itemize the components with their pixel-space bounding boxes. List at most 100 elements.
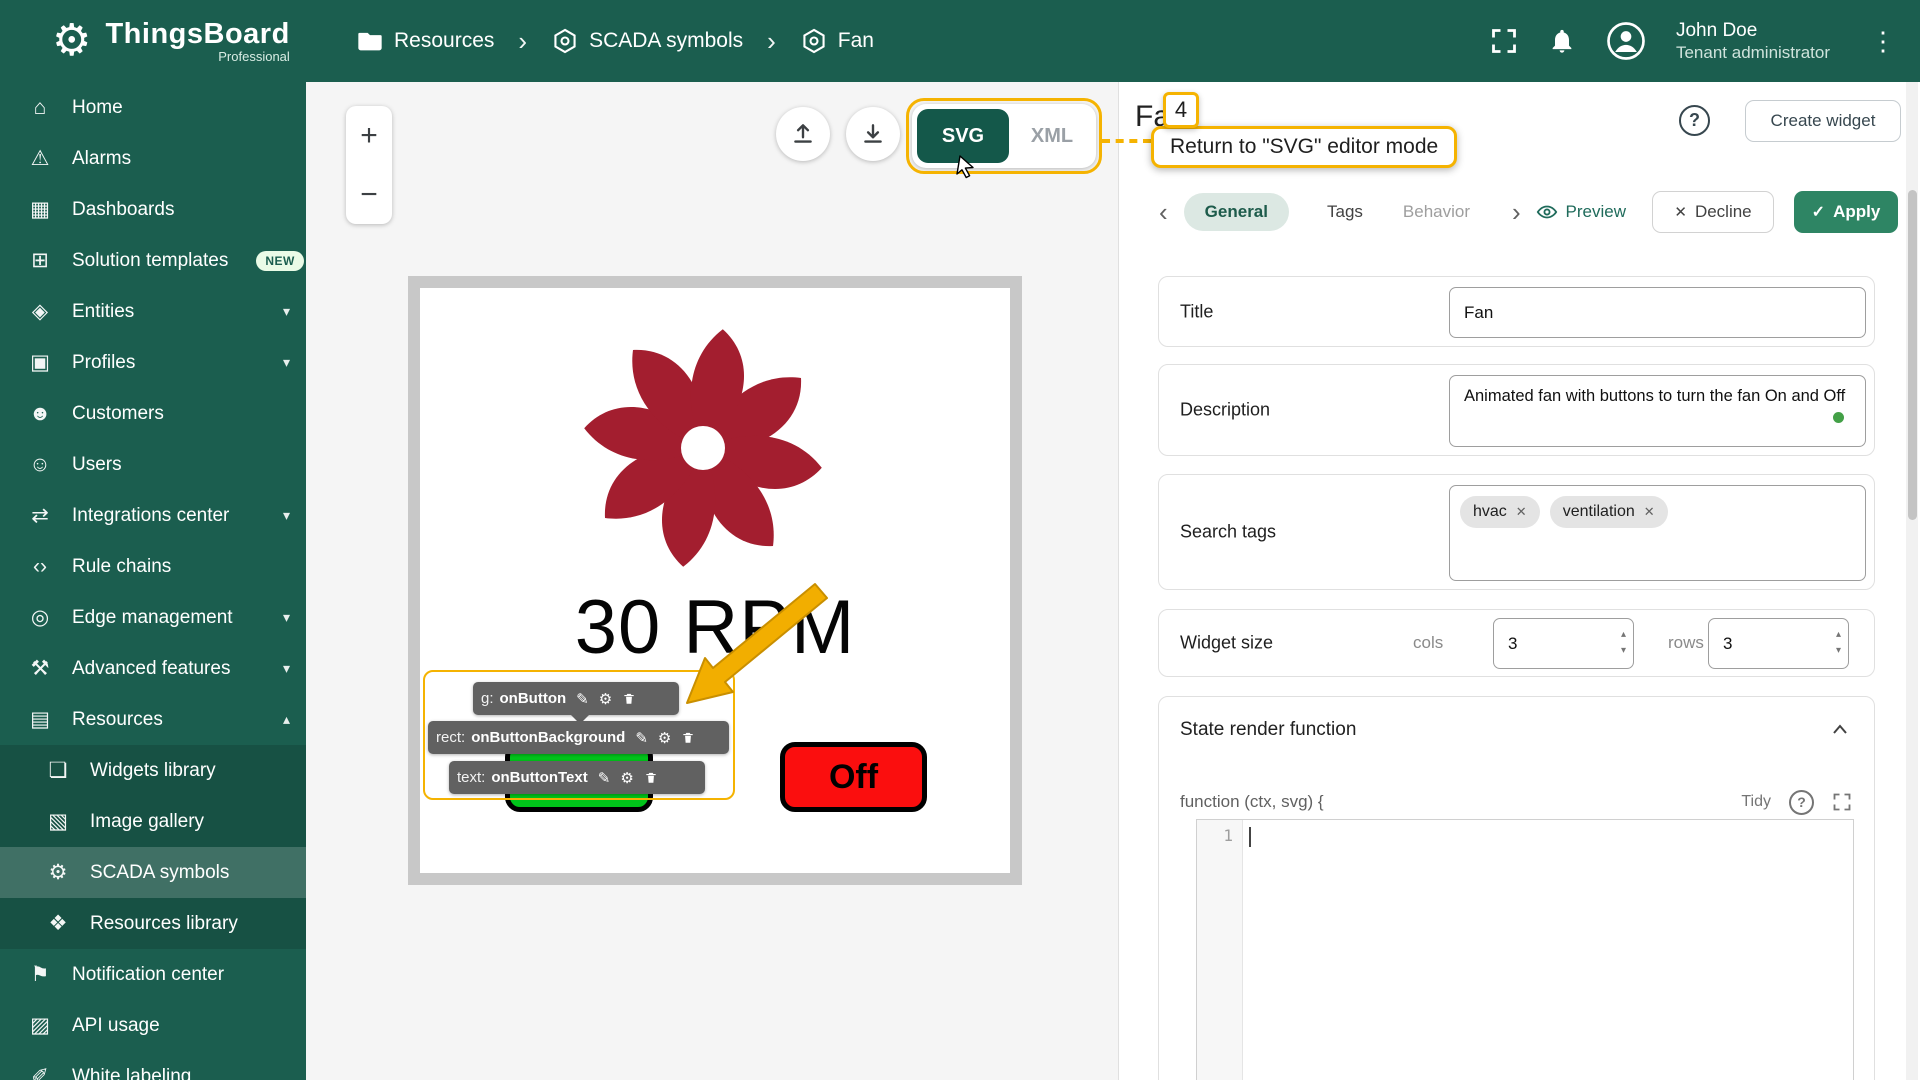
rows-label: rows [1668,633,1704,653]
rule-chains-icon: ‹› [26,555,54,579]
zoom-in-button[interactable]: + [346,121,392,151]
sidebar-item-customers[interactable]: ☻Customers [0,388,306,439]
sidebar-item-solution-templates[interactable]: ⊞Solution templatesNEW [0,235,306,286]
tag-chip-ventilation[interactable]: ventilation ✕ [1550,496,1668,528]
help-button[interactable]: ? [1679,105,1710,136]
resources-subgroup: ❏Widgets library ▧Image gallery ⚙SCADA s… [0,745,306,949]
sidebar-item-entities[interactable]: ◈Entities▾ [0,286,306,337]
rows-input[interactable] [1708,618,1849,669]
sidebar-item-label: Notification center [72,964,224,986]
sidebar-item-users[interactable]: ☺Users [0,439,306,490]
tidy-button[interactable]: Tidy [1741,793,1771,811]
chip-close-icon[interactable]: ✕ [1516,504,1527,520]
tags-input-box[interactable]: hvac ✕ ventilation ✕ [1449,485,1866,581]
header-actions: John Doe Tenant administrator ⋮ [1490,19,1920,64]
avatar[interactable] [1606,21,1646,61]
title-input[interactable] [1449,287,1866,338]
apply-button[interactable]: ✓ Apply [1794,191,1898,233]
title-label: Title [1180,301,1213,322]
tab-tags[interactable]: Tags [1327,202,1363,222]
fan-blades-graphic[interactable] [583,328,823,568]
sidebar-item-scada-symbols[interactable]: ⚙SCADA symbols [0,847,306,898]
tab-behavior[interactable]: Behavior [1403,202,1470,222]
edit-pencil-icon[interactable]: ✎ [635,729,648,747]
sidebar-item-rule-chains[interactable]: ‹›Rule chains [0,541,306,592]
sidebar-item-white-labeling[interactable]: ✐White labeling [0,1051,306,1080]
new-badge: NEW [256,251,304,271]
sidebar-item-alarms[interactable]: ⚠Alarms [0,133,306,184]
tab-general[interactable]: General [1184,193,1289,231]
editor-fullscreen-icon[interactable] [1832,792,1852,812]
settings-gear-icon[interactable]: ⚙ [658,729,671,747]
sidebar-item-profiles[interactable]: ▣Profiles▾ [0,337,306,388]
tabs-prev-icon[interactable]: ‹ [1159,199,1168,225]
stepper-up-icon[interactable]: ▴ [1836,630,1841,640]
decline-button[interactable]: ✕ Decline [1652,191,1774,233]
sidebar-item-image-gallery[interactable]: ▧Image gallery [0,796,306,847]
breadcrumb-resources[interactable]: Resources [356,27,494,55]
scrollbar-thumb[interactable] [1908,190,1917,520]
search-tags-card: Search tags hvac ✕ ventilation ✕ [1158,474,1875,590]
tag-type: g: [481,690,494,707]
alarm-icon: ⚠ [26,146,54,171]
cols-input[interactable] [1493,618,1634,669]
tag-type: text: [457,769,485,786]
sidebar-item-label: Resources [72,709,163,731]
stepper-up-icon[interactable]: ▴ [1621,630,1626,640]
tag-chip-hvac[interactable]: hvac ✕ [1460,496,1540,528]
app-logo[interactable]: ⚙ ThingsBoard Professional [0,18,306,64]
edge-management-icon: ◎ [26,605,54,630]
stepper-down-icon[interactable]: ▾ [1836,646,1841,656]
sidebar-item-resources[interactable]: ▤Resources▴ [0,694,306,745]
preview-button[interactable]: Preview [1536,201,1626,223]
xml-mode-button[interactable]: XML [1010,109,1094,163]
sidebar-item-notification-center[interactable]: ⚑Notification center [0,949,306,1000]
sidebar-item-dashboards[interactable]: ▦Dashboards [0,184,306,235]
breadcrumb-scada-symbols[interactable]: SCADA symbols [551,27,743,55]
rows-stepper: ▴ ▾ [1708,618,1849,669]
sidebar-item-resources-library[interactable]: ❖Resources library [0,898,306,949]
panel-scrollbar[interactable] [1906,82,1918,1080]
description-textarea[interactable]: Animated fan with buttons to turn the fa… [1449,375,1866,447]
edit-pencil-icon[interactable]: ✎ [598,769,611,787]
code-editor[interactable]: 1 [1196,819,1854,1080]
create-widget-button[interactable]: Create widget [1745,100,1901,142]
edit-pencil-icon[interactable]: ✎ [576,690,589,708]
sidebar-item-integrations-center[interactable]: ⇄Integrations center▾ [0,490,306,541]
sidebar-item-edge-management[interactable]: ◎Edge management▾ [0,592,306,643]
notifications-bell-icon[interactable] [1548,27,1576,55]
sidebar-item-label: Integrations center [72,505,229,527]
symbol-properties-panel: Fan ? Create widget ‹ General Tags Behav… [1118,82,1920,1080]
fan-off-button[interactable]: Off [780,742,927,812]
zoom-out-button[interactable]: − [346,180,392,210]
chip-close-icon[interactable]: ✕ [1644,504,1655,520]
kebab-menu-icon[interactable]: ⋮ [1870,26,1896,57]
integrations-icon: ⇄ [26,503,54,528]
tabs-next-icon[interactable]: › [1512,199,1521,225]
thingsboard-logo-icon: ⚙ [52,19,91,63]
upload-button[interactable] [776,107,830,161]
scada-symbol-icon [800,27,828,55]
settings-gear-icon[interactable]: ⚙ [599,690,612,708]
breadcrumb-label: SCADA symbols [589,29,743,53]
editor-code-area[interactable] [1243,820,1853,1080]
chevron-up-icon: ▴ [283,711,290,728]
sidebar-item-api-usage[interactable]: ▨API usage [0,1000,306,1051]
sidebar-item-advanced-features[interactable]: ⚒Advanced features▾ [0,643,306,694]
state-render-label: State render function [1180,719,1356,741]
sidebar-item-home[interactable]: ⌂Home [0,82,306,133]
profiles-icon: ▣ [26,350,54,375]
download-button[interactable] [846,107,900,161]
trash-icon[interactable] [622,691,636,706]
editor-help-button[interactable]: ? [1789,790,1814,815]
trash-icon[interactable] [681,730,695,745]
settings-gear-icon[interactable]: ⚙ [620,769,633,787]
fullscreen-icon[interactable] [1490,27,1518,55]
stepper-down-icon[interactable]: ▾ [1621,646,1626,656]
collapse-chevron-icon[interactable] [1830,721,1850,742]
breadcrumb-fan[interactable]: Fan [800,27,874,55]
sidebar-item-widgets-library[interactable]: ❏Widgets library [0,745,306,796]
callout-connector-line [1102,139,1151,143]
trash-icon[interactable] [644,770,658,785]
sidebar-item-label: SCADA symbols [90,862,229,884]
